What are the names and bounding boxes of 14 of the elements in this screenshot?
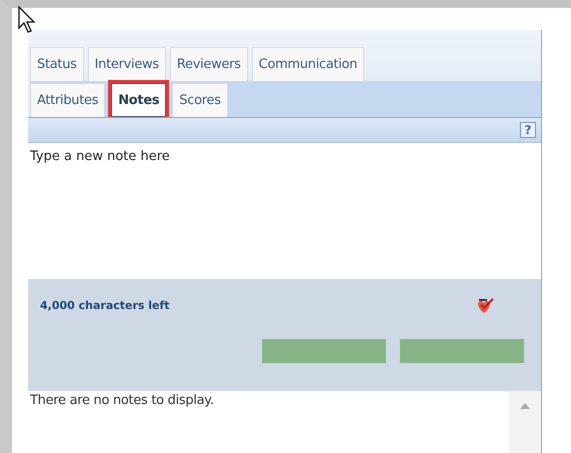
- tab[interactable]: Attributes: [30, 83, 106, 117]
- tab[interactable]: Communication: [252, 47, 364, 81]
- scrollbar[interactable]: [509, 391, 541, 453]
- tab[interactable]: Scores: [172, 83, 228, 117]
- help-button[interactable]: ?: [520, 122, 536, 138]
- tab[interactable]: Reviewers: [170, 47, 248, 81]
- empty-notes-message: There are no notes to display.: [29, 392, 215, 410]
- tab[interactable]: Interviews: [88, 47, 166, 81]
- note-input-field[interactable]: Type a new note here: [28, 142, 541, 279]
- scroll-up-icon[interactable]: [520, 403, 530, 409]
- tab[interactable]: Notes: [111, 83, 166, 117]
- tab[interactable]: Status: [30, 47, 84, 81]
- characters-left-text: 4,000 characters left: [40, 298, 170, 312]
- cursor-icon: [18, 6, 36, 34]
